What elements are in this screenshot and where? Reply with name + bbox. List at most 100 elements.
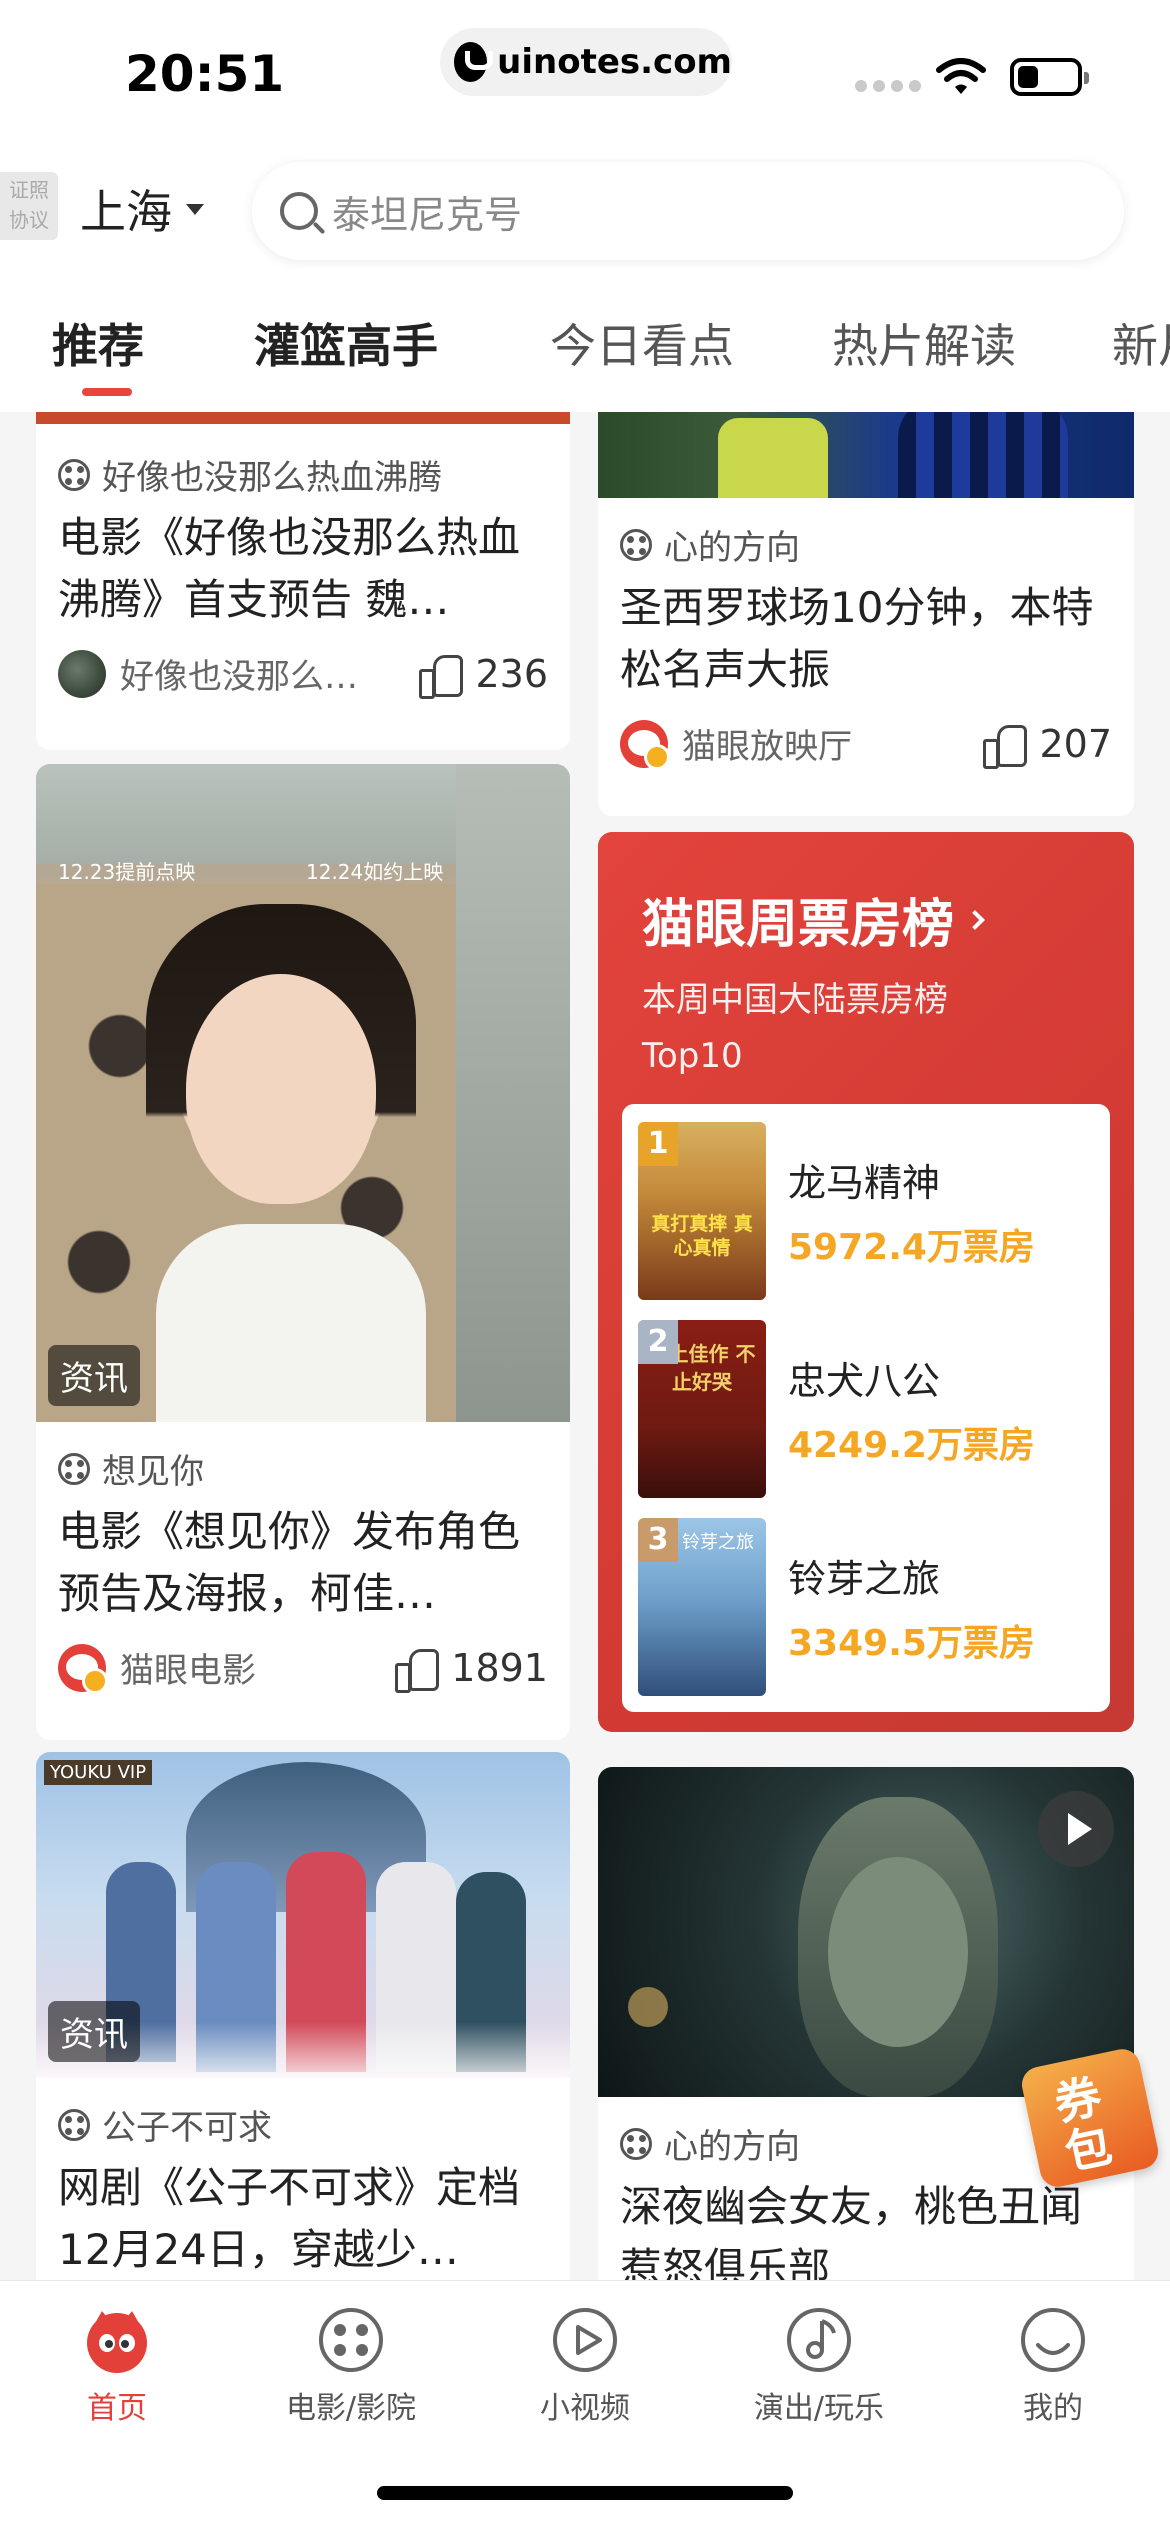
card-tag: 想见你 [58, 1444, 548, 1493]
avatar [58, 649, 106, 698]
film-reel-icon [58, 2108, 90, 2141]
nav-profile[interactable]: 我的 [936, 2305, 1170, 2427]
author-name: 好像也没那么… [120, 657, 358, 697]
chevron-right-icon [965, 909, 985, 930]
cat-face-icon [82, 2305, 152, 2375]
nav-label: 电影/影院 [285, 2391, 417, 2426]
nav-shows[interactable]: 演出/玩乐 [702, 2305, 936, 2427]
poster-text: 真打真摔 真心真情 [651, 1213, 753, 1259]
search-bar[interactable]: 泰坦尼克号 [252, 162, 1124, 260]
feed-card[interactable]: 好像也没那么热血沸腾 电影《好像也没那么热血沸腾》首支预告 魏… 好像也没那么…… [36, 412, 570, 750]
poster-date-1: 12.23提前点映 [58, 860, 196, 884]
like-count: 236 [475, 651, 548, 696]
home-indicator [377, 2486, 793, 2500]
box-office-list: 真打真摔 真心真情 1 龙马精神 5972.4万票房 本土佳作 不止好哭 2 忠… [622, 1104, 1110, 1712]
city-selector[interactable]: 上海 [80, 176, 204, 242]
tab-recommend[interactable]: 推荐 [52, 310, 144, 376]
site-logo-icon [454, 42, 494, 82]
movie-gross: 5972.4万票房 [788, 1227, 1035, 1268]
box-office-card[interactable]: 猫眼周票房榜 本周中国大陆票房榜Top10 真打真摔 真心真情 1 龙马精神 5… [598, 832, 1134, 1732]
feed-card-4[interactable]: YOUKU VIP 资讯 公子不可求 网剧《公子不可求》定档12月24日，穿越少… [36, 1752, 570, 2280]
card-title: 电影《想见你》发布角色预告及海报，柯佳… [58, 1507, 521, 1618]
like-count: 207 [1039, 721, 1112, 766]
rank-badge: 3 [638, 1518, 678, 1562]
feed-card-3[interactable]: 12.23提前点映 12.24如约上映 A B 资讯 想见你 电影《想见你》发布… [36, 764, 570, 1772]
caret-down-icon [186, 203, 204, 215]
play-button[interactable] [1038, 1791, 1114, 1867]
tab-new-films[interactable]: 新片 [1112, 310, 1170, 376]
box-office-item[interactable]: 真打真摔 真心真情 1 龙马精神 5972.4万票房 [638, 1122, 1098, 1302]
tab-hot-film-analysis[interactable]: 热片解读 [832, 310, 1016, 376]
movie-gross: 4249.2万票房 [788, 1425, 1035, 1466]
avatar [58, 1643, 108, 1694]
box-office-title[interactable]: 猫眼周票房榜 [642, 882, 985, 957]
card-tag-label: 想见你 [102, 1452, 204, 1492]
author-name: 猫眼电影 [120, 1651, 256, 1691]
card-image: 12.23提前点映 12.24如约上映 A B 资讯 [36, 764, 570, 1422]
movie-gross: 3349.5万票房 [788, 1623, 1035, 1664]
movie-poster: 本土佳作 不止好哭 2 [638, 1320, 766, 1498]
nav-movies-cinemas[interactable]: 电影/影院 [234, 2305, 468, 2427]
url-text: uinotes.com [497, 42, 732, 82]
poster-date-2: 12.24如约上映 [306, 860, 444, 884]
feed-card[interactable]: 心的方向 圣西罗球场10分钟，本特松名声大振 猫眼放映厅 207 [598, 412, 1134, 816]
card-tag-label: 好像也没那么热血沸腾 [102, 458, 442, 498]
thumbs-up-icon [419, 651, 465, 699]
like-button[interactable]: 1891 [395, 1645, 548, 1693]
rank-badge: 1 [638, 1122, 678, 1166]
profile-ring-icon [1018, 2305, 1088, 2375]
film-reel-icon [58, 1452, 90, 1485]
author-name: 猫眼放映厅 [682, 727, 852, 767]
card-image [598, 412, 1134, 498]
film-reel-icon [620, 2127, 652, 2160]
box-office-item[interactable]: 铃芽之旅 3 铃芽之旅 3349.5万票房 [638, 1518, 1098, 1698]
voucher-button[interactable]: 券包 [1018, 2037, 1162, 2192]
box-office-item[interactable]: 本土佳作 不止好哭 2 忠犬八公 4249.2万票房 [638, 1320, 1098, 1500]
nav-short-video[interactable]: 小视频 [468, 2305, 702, 2427]
header: 证照 协议 上海 泰坦尼克号 [0, 140, 1170, 270]
license-line-1: 证照 [9, 178, 49, 202]
like-button[interactable]: 236 [419, 651, 548, 699]
music-note-icon [784, 2305, 854, 2375]
film-reel-icon [620, 528, 652, 561]
nav-label: 小视频 [540, 2391, 630, 2426]
card-author: 猫眼电影 [58, 1643, 256, 1694]
movie-name: 龙马精神 [788, 1161, 941, 1205]
like-count: 1891 [451, 1645, 548, 1690]
category-tabs: 推荐 灌篮高手 今日看点 热片解读 新片 [0, 270, 1170, 412]
card-tag-label: 公子不可求 [102, 2108, 272, 2148]
license-line-2: 协议 [9, 208, 49, 232]
url-pill[interactable]: uinotes.com [440, 28, 732, 96]
tab-slam-dunk[interactable]: 灌篮高手 [254, 310, 438, 376]
thumbs-up-icon [395, 1645, 441, 1693]
card-tag: 好像也没那么热血沸腾 [58, 450, 548, 499]
feed-card-5[interactable]: 心的方向 深夜幽会女友，桃色丑闻惹怒俱乐部 [598, 1767, 1134, 2280]
tab-today-highlights[interactable]: 今日看点 [550, 310, 734, 376]
thumbs-up-icon [983, 721, 1029, 769]
avatar [620, 719, 670, 770]
city-name: 上海 [80, 185, 172, 239]
card-title: 圣西罗球场10分钟，本特松名声大振 [620, 583, 1094, 694]
play-circle-icon [550, 2305, 620, 2375]
search-icon [280, 192, 318, 230]
card-title: 电影《好像也没那么热血沸腾》首支预告 魏… [58, 513, 521, 624]
nav-label: 我的 [1023, 2391, 1083, 2426]
nav-home[interactable]: 首页 [0, 2305, 234, 2427]
signal-icon [855, 80, 921, 92]
wifi-icon [936, 58, 986, 94]
box-office-subtitle: 本周中国大陆票房榜Top10 [642, 980, 948, 1076]
like-button[interactable]: 207 [983, 721, 1112, 769]
card-tag: 心的方向 [620, 520, 1112, 569]
card-tag-label: 心的方向 [664, 528, 800, 568]
poster-text: 铃芽之旅 [682, 1532, 754, 1553]
card-tag: 公子不可求 [58, 2100, 548, 2149]
card-tag-label: 心的方向 [664, 2127, 800, 2167]
news-badge: 资讯 [48, 1345, 140, 1406]
play-icon [1068, 1813, 1092, 1845]
box-office-title-text: 猫眼周票房榜 [642, 895, 955, 955]
battery-icon [1010, 58, 1089, 96]
nav-label: 首页 [87, 2391, 147, 2426]
status-time: 20:51 [125, 45, 285, 103]
license-tag[interactable]: 证照 协议 [0, 172, 58, 240]
active-tab-indicator [82, 388, 132, 396]
